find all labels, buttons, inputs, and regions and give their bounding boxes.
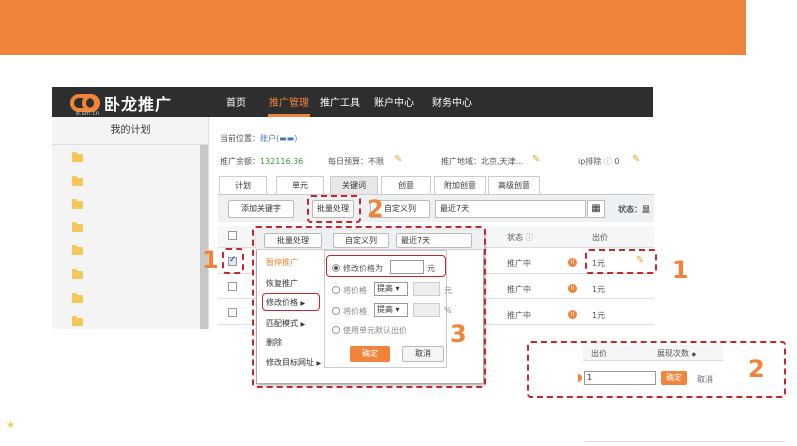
- row-bid[interactable]: 1元: [592, 310, 605, 321]
- inline-cancel-link[interactable]: 取消: [697, 374, 713, 385]
- annotation-number-3: 3: [450, 320, 467, 348]
- calendar-icon[interactable]: ▦: [587, 200, 605, 218]
- tab-creative[interactable]: 创意: [381, 176, 431, 194]
- column-header-status: 状态 ⓘ: [507, 232, 534, 243]
- tab-extra-creative[interactable]: 附加创意: [434, 176, 486, 194]
- inline-header-bid: 出价: [591, 349, 607, 358]
- balance-label: 推广余额：: [220, 157, 260, 166]
- nav-item-finance[interactable]: 财务中心: [430, 95, 474, 117]
- edit-pencil-icon[interactable]: ✎: [632, 154, 640, 165]
- star-icon: ★: [6, 420, 15, 431]
- ip-exclude-value: 0: [614, 157, 620, 166]
- tab-unit[interactable]: 单元: [276, 176, 324, 194]
- folder-icon[interactable]: [72, 199, 83, 209]
- nav-item-account[interactable]: 账户中心: [372, 95, 416, 117]
- slide-header-bar: [0, 0, 746, 55]
- folder-icon[interactable]: [72, 152, 83, 162]
- tab-keyword[interactable]: 关键词: [330, 176, 378, 194]
- inline-confirm-button[interactable]: 确定: [661, 371, 687, 385]
- row-status: 推广中: [507, 259, 531, 268]
- logo-sub-text: e.sm.cn: [76, 110, 100, 117]
- annotation-box-3: [252, 226, 486, 388]
- help-icon[interactable]: ⓘ: [526, 233, 534, 242]
- folder-icon[interactable]: [72, 222, 83, 232]
- nav-item-tools[interactable]: 推广工具: [318, 95, 362, 117]
- folder-icon[interactable]: [72, 269, 83, 279]
- annotation-number-2-inline: 2: [748, 355, 765, 383]
- status-filter-label: 状态：显: [618, 205, 650, 214]
- folder-icon[interactable]: [72, 316, 83, 326]
- edit-pencil-icon[interactable]: ✎: [394, 154, 402, 165]
- annotation-box-1-bid: [585, 249, 657, 274]
- sort-icon[interactable]: ◆: [692, 351, 697, 358]
- logo[interactable]: 卧龙推广 e.sm.cn: [70, 91, 190, 117]
- tab-plan[interactable]: 计划: [219, 176, 267, 194]
- nav-item-home[interactable]: 首页: [222, 95, 250, 117]
- add-keyword-button[interactable]: 添加关键字: [228, 200, 294, 218]
- breadcrumb-label: 当前位置：: [220, 134, 260, 143]
- annotation-number-1-left: 1: [202, 246, 219, 274]
- pause-icon[interactable]: II: [568, 258, 577, 267]
- inline-header-count: 展现次数 ◆: [657, 348, 696, 359]
- row-status: 推广中: [507, 311, 531, 320]
- logo-brand-text: 卧龙推广: [104, 95, 173, 114]
- ip-exclude-label: ip排除: [578, 157, 602, 166]
- annotation-number-1-right: 1: [672, 256, 689, 284]
- pause-icon[interactable]: II: [568, 310, 577, 319]
- date-range-select[interactable]: 最近7天: [435, 200, 586, 218]
- row-bid[interactable]: 1元: [592, 284, 605, 295]
- annotation-box-2: [307, 195, 361, 223]
- region-stat: 推广地域：北京,天津...: [441, 157, 524, 166]
- annotation-number-2-top: 2: [367, 195, 384, 223]
- sidebar-title: 我的计划: [52, 117, 209, 145]
- footer-divider: [585, 441, 785, 442]
- row-checkbox[interactable]: [228, 308, 237, 317]
- balance-value: 132116.36: [260, 157, 304, 166]
- row-status: 推广中: [507, 285, 531, 294]
- folder-icon[interactable]: [72, 245, 83, 255]
- nav-item-campaign-mgmt[interactable]: 推广管理: [268, 95, 310, 117]
- inline-header-count-label: 展现次数: [657, 349, 689, 358]
- ip-exclude-stat: ip排除 ⓘ 0: [578, 156, 620, 167]
- select-all-checkbox[interactable]: [228, 231, 237, 240]
- breadcrumb: 当前位置：账户(▬▬): [220, 133, 297, 144]
- folder-icon[interactable]: [72, 176, 83, 186]
- daily-budget: 每日预算：不限: [328, 157, 384, 166]
- folder-icon[interactable]: [72, 293, 83, 303]
- breadcrumb-account-link[interactable]: 账户(▬▬): [260, 134, 297, 143]
- column-header-bid: 出价: [592, 233, 608, 242]
- column-header-status-label: 状态: [507, 233, 523, 242]
- pause-icon[interactable]: II: [568, 284, 577, 293]
- edit-pencil-icon[interactable]: ✎: [532, 154, 540, 165]
- help-icon[interactable]: ⓘ: [604, 157, 612, 166]
- tab-advanced-creative[interactable]: 高级创意: [488, 176, 540, 194]
- balance-stat: 推广余额：132116.36: [220, 156, 303, 167]
- sidebar-scrollbar[interactable]: [200, 145, 208, 329]
- annotation-box-1-checkbox: [222, 248, 244, 274]
- row-checkbox[interactable]: [228, 282, 237, 291]
- inline-bid-input[interactable]: 1: [584, 371, 656, 385]
